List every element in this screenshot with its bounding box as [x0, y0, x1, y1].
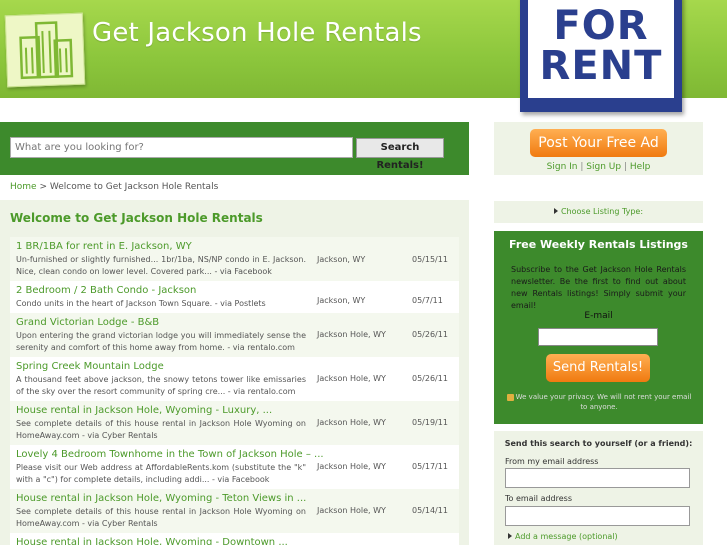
listing-title-link[interactable]: 1 BR/1BA for rent in E. Jackson, WY [16, 241, 192, 252]
listing-title-link[interactable]: Lovely 4 Bedroom Townhome in the Town of… [16, 449, 324, 460]
triangle-right-icon [508, 533, 512, 539]
breadcrumb: Home > Welcome to Get Jackson Hole Renta… [10, 182, 218, 192]
send-search-box [494, 431, 703, 545]
send-search-title: Send this search to yourself (or a frien… [504, 439, 693, 448]
listing-date: 05/26/11 [412, 330, 448, 339]
listing-date: 05/15/11 [412, 255, 448, 264]
listing-title-link[interactable]: Grand Victorian Lodge - B&B [16, 317, 159, 328]
listing-location: Jackson, WY [317, 255, 366, 264]
breadcrumb-separator: > [36, 182, 50, 192]
listing-description: Please visit our Web address at Affordab… [16, 463, 306, 484]
account-links: Sign In | Sign Up | Help [494, 162, 703, 172]
listing-list: 1 BR/1BA for rent in E. Jackson, WY Un-f… [10, 237, 459, 545]
site-logo[interactable] [4, 12, 86, 88]
listing-date: 05/19/11 [412, 418, 448, 427]
listing-row: 2 Bedroom / 2 Bath Condo - Jackson Condo… [10, 281, 459, 313]
listing-description: Upon entering the grand victorian lodge … [16, 331, 306, 352]
listing-description: Un-furnished or slightly furnished... 1b… [16, 255, 306, 276]
email-label: E-mail [584, 311, 613, 321]
choose-listing-type-label: Choose Listing Type: [560, 207, 644, 216]
add-message-link[interactable]: Add a message (optional) [508, 532, 618, 541]
breadcrumb-home-link[interactable]: Home [10, 182, 37, 192]
listing-location: Jackson, WY [317, 296, 366, 305]
newsletter-email-field[interactable] [538, 328, 658, 346]
listing-description: Condo units in the heart of Jackson Town… [16, 299, 266, 308]
post-free-ad-button[interactable]: Post Your Free Ad [530, 129, 667, 157]
newsletter-text: Subscribe to the Get Jackson Hole Rental… [511, 265, 686, 310]
listing-row: 1 BR/1BA for rent in E. Jackson, WY Un-f… [10, 237, 459, 281]
link-separator: | [577, 162, 587, 172]
breadcrumb-current: Welcome to Get Jackson Hole Rentals [49, 182, 219, 192]
listing-title-link[interactable]: 2 Bedroom / 2 Bath Condo - Jackson [16, 285, 196, 296]
listing-row: Grand Victorian Lodge - B&B Upon enterin… [10, 313, 459, 357]
newsletter-title: Free Weekly Rentals Listings [509, 238, 688, 251]
listing-row: House rental in Jackson Hole, Wyoming - … [10, 401, 459, 445]
help-link[interactable]: Help [630, 162, 651, 172]
listing-title-link[interactable]: House rental in Jackson Hole, Wyoming - … [16, 537, 288, 545]
listing-title-link[interactable]: House rental in Jackson Hole, Wyoming - … [16, 405, 272, 416]
lock-icon [506, 393, 514, 401]
listing-date: 05/14/11 [412, 506, 448, 515]
listing-title-link[interactable]: House rental in Jackson Hole, Wyoming - … [16, 493, 306, 504]
listing-row: Lovely 4 Bedroom Townhome in the Town of… [10, 445, 459, 489]
send-rentals-button[interactable]: Send Rentals! [546, 354, 650, 382]
page-title: Welcome to Get Jackson Hole Rentals [10, 211, 263, 225]
privacy-text: We value your privacy. We will not rent … [515, 393, 692, 411]
sign-in-link[interactable]: Sign In [547, 162, 578, 172]
listing-location: Jackson Hole, WY [317, 418, 386, 427]
from-email-label: From my email address [505, 457, 599, 466]
listing-location: Jackson Hole, WY [317, 374, 386, 383]
site-title[interactable]: Get Jackson Hole Rentals [92, 18, 422, 48]
choose-listing-type[interactable]: Choose Listing Type: [494, 201, 703, 223]
from-email-field[interactable] [505, 468, 690, 488]
buildings-icon [19, 21, 74, 80]
listing-row: House rental in Jackson Hole, Wyoming - … [10, 533, 459, 545]
listing-description: A thousand feet above jackson, the snowy… [16, 375, 306, 396]
listing-location: Jackson Hole, WY [317, 462, 386, 471]
listing-row: House rental in Jackson Hole, Wyoming - … [10, 489, 459, 533]
sign-word-for: FOR [553, 3, 649, 49]
listing-location: Jackson Hole, WY [317, 330, 386, 339]
listing-date: 05/26/11 [412, 374, 448, 383]
sign-word-rent: RENT [539, 43, 663, 89]
listing-row: Spring Creek Mountain Lodge A thousand f… [10, 357, 459, 401]
privacy-note: We value your privacy. We will not rent … [505, 392, 693, 412]
listing-description: See complete details of this house renta… [16, 419, 306, 440]
search-input[interactable] [10, 137, 353, 158]
listing-date: 05/7/11 [412, 296, 443, 305]
listing-description: See complete details of this house renta… [16, 507, 306, 528]
search-button[interactable]: Search Rentals! [356, 138, 444, 171]
add-message-label: Add a message (optional) [515, 532, 618, 541]
listing-location: Jackson Hole, WY [317, 506, 386, 515]
listing-date: 05/17/11 [412, 462, 448, 471]
sign-up-link[interactable]: Sign Up [586, 162, 621, 172]
listing-title-link[interactable]: Spring Creek Mountain Lodge [16, 361, 164, 372]
to-email-label: To email address [505, 494, 572, 503]
for-rent-sign-face: FOR RENT [528, 0, 674, 98]
to-email-field[interactable] [505, 506, 690, 526]
for-rent-sign: FOR RENT [520, 0, 682, 112]
link-separator: | [621, 162, 630, 172]
triangle-right-icon [553, 208, 558, 214]
